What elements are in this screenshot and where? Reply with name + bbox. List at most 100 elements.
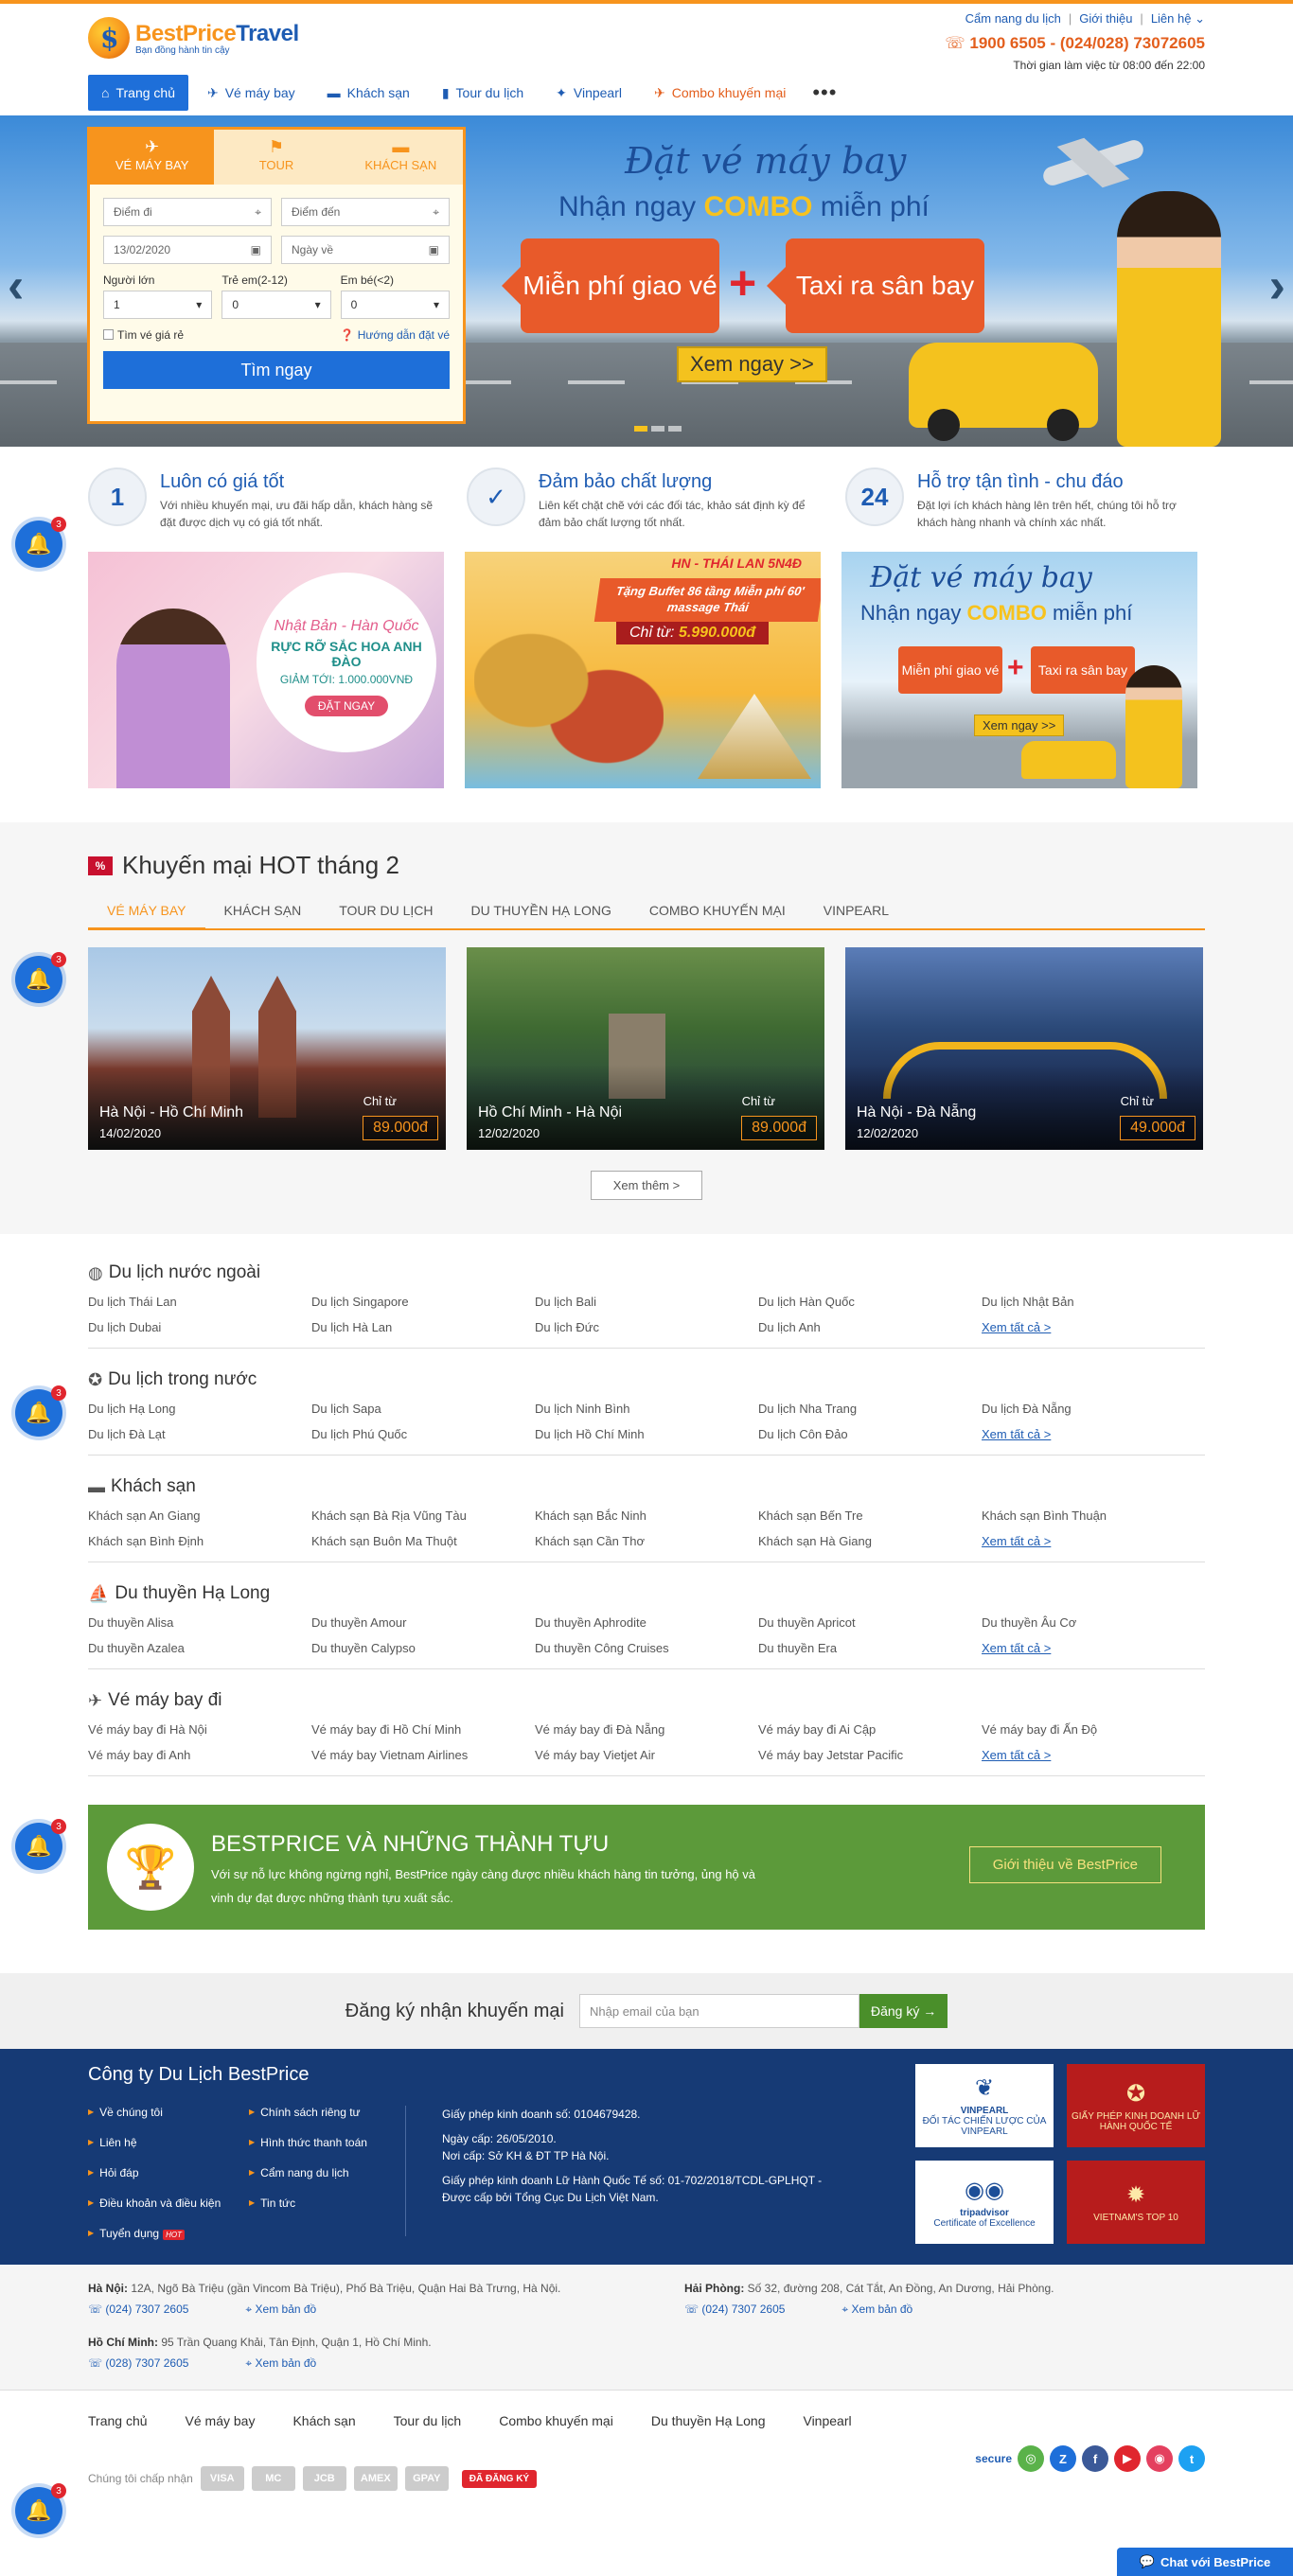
- youtube-icon[interactable]: ▶: [1114, 2445, 1141, 2472]
- nav-hotels[interactable]: ▬ Khách sạn: [314, 75, 423, 111]
- dir-link[interactable]: Du lịch Dubai: [88, 1320, 311, 1334]
- bottom-link[interactable]: Vé máy bay: [186, 2413, 256, 2428]
- cheap-ticket-checkbox[interactable]: Tìm vé giá rẻ: [103, 328, 184, 342]
- bottom-link[interactable]: Tour du lịch: [394, 2413, 462, 2428]
- nav-tours[interactable]: ▮ Tour du lịch: [429, 75, 537, 111]
- address-phone[interactable]: ☏ (028) 7307 2605: [88, 2356, 217, 2370]
- promo-flight-combo[interactable]: Đặt vé máy bay Nhận ngay COMBO miễn phí …: [841, 552, 1197, 788]
- children-select[interactable]: 0 ▾: [221, 291, 331, 319]
- promo-book-button[interactable]: ĐẶT NGAY: [304, 696, 389, 716]
- adults-select[interactable]: 1 ▾: [103, 291, 213, 319]
- hotline[interactable]: ☏ 1900 6505 - (024/028) 73072605: [945, 34, 1205, 53]
- license-badge[interactable]: ✪ GIẤY PHÉP KINH DOANH LỮ HÀNH QUỐC TẾ: [1067, 2064, 1205, 2147]
- search-tab-tour[interactable]: ⚑ TOUR: [214, 130, 338, 185]
- dir-link[interactable]: Khách sạn Bình Định: [88, 1534, 311, 1548]
- hot-tab-vinpearl[interactable]: VINPEARL: [805, 893, 908, 928]
- search-submit-button[interactable]: Tìm ngay: [103, 351, 450, 389]
- hot-tab-cruises[interactable]: DU THUYỀN HẠ LONG: [452, 893, 630, 928]
- hero-dot-2[interactable]: [651, 426, 664, 432]
- dir-link[interactable]: Vé máy bay đi Đà Nẵng: [535, 1722, 758, 1737]
- search-tab-flights[interactable]: ✈ VÉ MÁY BAY: [90, 130, 215, 185]
- depart-date-input[interactable]: 13/02/2020 ▣: [103, 236, 272, 264]
- dir-link[interactable]: Du thuyền Âu Cơ: [982, 1615, 1205, 1630]
- dir-link[interactable]: Du thuyền Calypso: [311, 1641, 535, 1655]
- nav-home[interactable]: ⌂ Trang chủ: [88, 75, 188, 111]
- dir-link[interactable]: Du lịch Nhật Bản: [982, 1295, 1205, 1309]
- bottom-link[interactable]: Du thuyền Hạ Long: [651, 2413, 766, 2428]
- chat-button[interactable]: 💬 Chat với BestPrice: [1117, 2548, 1293, 2576]
- dir-link[interactable]: Du thuyền Công Cruises: [535, 1641, 758, 1655]
- vinpearl-partner-badge[interactable]: ❦ VINPEARL ĐỐI TÁC CHIẾN LƯỢC CỦA VINPEARL: [915, 2064, 1054, 2147]
- dir-link[interactable]: Du lịch Anh: [758, 1320, 982, 1334]
- dir-see-all-link[interactable]: Xem tất cả >: [982, 1748, 1205, 1762]
- hot-tab-flights[interactable]: VÉ MÁY BAY: [88, 893, 205, 930]
- dir-link[interactable]: Du lịch Phú Quốc: [311, 1427, 535, 1441]
- address-map-link[interactable]: ⌖ Xem bản đồ: [245, 2356, 345, 2370]
- registered-badge[interactable]: ĐÃ ĐĂNG KÝ: [461, 2469, 538, 2488]
- instagram-icon[interactable]: ◉: [1146, 2445, 1173, 2472]
- dir-link[interactable]: Du thuyền Amour: [311, 1615, 535, 1630]
- dir-link[interactable]: Vé máy bay đi Anh: [88, 1748, 311, 1762]
- dir-link[interactable]: Du lịch Sapa: [311, 1402, 535, 1416]
- site-logo[interactable]: BestPriceTravel Bạn đồng hành tin cậy: [88, 17, 299, 59]
- dir-link[interactable]: Khách sạn Cần Thơ: [535, 1534, 758, 1548]
- footer-link[interactable]: Hỏi đáp: [88, 2166, 249, 2179]
- dir-link[interactable]: Du thuyền Era: [758, 1641, 982, 1655]
- deal-card[interactable]: Hà Nội - Đà Nẵng 12/02/2020 Chỉ từ 49.00…: [845, 947, 1203, 1150]
- top10-badge[interactable]: ✹ VIETNAM'S TOP 10: [1067, 2161, 1205, 2244]
- nav-more-button[interactable]: •••: [805, 80, 844, 105]
- zalo-icon[interactable]: Z: [1050, 2445, 1076, 2472]
- hot-tab-combo[interactable]: COMBO KHUYẾN MẠI: [630, 893, 805, 928]
- dir-link[interactable]: Vé máy bay Vietjet Air: [535, 1748, 758, 1762]
- facebook-icon[interactable]: f: [1082, 2445, 1108, 2472]
- bottom-link[interactable]: Combo khuyến mại: [499, 2413, 613, 2428]
- newsletter-email-input[interactable]: Nhập email của bạn: [579, 1994, 859, 2028]
- dir-link[interactable]: Du lịch Đà Nẵng: [982, 1402, 1205, 1416]
- about-bestprice-button[interactable]: Giới thiệu về BestPrice: [968, 1846, 1161, 1883]
- footer-link-careers[interactable]: Tuyển dụng HOT: [88, 2227, 249, 2240]
- footer-link[interactable]: Về chúng tôi: [88, 2106, 249, 2119]
- dir-link[interactable]: Khách sạn Bắc Ninh: [535, 1509, 758, 1523]
- dir-link[interactable]: Du lịch Ninh Bình: [535, 1402, 758, 1416]
- address-map-link[interactable]: ⌖ Xem bản đồ: [841, 2303, 941, 2316]
- hero-next-arrow[interactable]: ›: [1269, 257, 1285, 314]
- bell-icon[interactable]: 🔔 3: [15, 517, 66, 568]
- dir-link[interactable]: Du lịch Nha Trang: [758, 1402, 982, 1416]
- dir-link[interactable]: Du lịch Đà Lạt: [88, 1427, 311, 1441]
- deal-card[interactable]: Hồ Chí Minh - Hà Nội 12/02/2020 Chỉ từ 8…: [467, 947, 824, 1150]
- dir-link[interactable]: Khách sạn Bà Rịa Vũng Tàu: [311, 1509, 535, 1523]
- nav-flights[interactable]: ✈ Vé máy bay: [194, 75, 309, 111]
- bottom-link[interactable]: Vinpearl: [803, 2413, 851, 2428]
- address-phone[interactable]: ☏ (024) 7307 2605: [88, 2303, 217, 2316]
- address-phone[interactable]: ☏ (024) 7307 2605: [684, 2303, 813, 2316]
- top-link-guide[interactable]: Cẩm nang du lịch: [965, 11, 1061, 26]
- origin-input[interactable]: Điểm đi ⌖: [103, 198, 272, 226]
- dir-see-all-link[interactable]: Xem tất cả >: [982, 1534, 1205, 1548]
- dir-link[interactable]: Du thuyền Aphrodite: [535, 1615, 758, 1630]
- promo-cta-button[interactable]: Xem ngay >>: [974, 715, 1065, 736]
- hero-prev-arrow[interactable]: ‹: [8, 257, 24, 314]
- dir-link[interactable]: Du lịch Singapore: [311, 1295, 535, 1309]
- footer-link[interactable]: Hình thức thanh toán: [249, 2136, 410, 2149]
- dir-see-all-link[interactable]: Xem tất cả >: [982, 1641, 1205, 1655]
- promo-thailand[interactable]: HN - THÁI LAN 5N4Đ Tặng Buffet 86 tầng M…: [465, 552, 821, 788]
- newsletter-submit-button[interactable]: Đăng ký →: [859, 1994, 948, 2028]
- hero-dot-3[interactable]: [668, 426, 682, 432]
- dir-link[interactable]: Du thuyền Azalea: [88, 1641, 311, 1655]
- top-link-about[interactable]: Giới thiệu: [1079, 11, 1132, 26]
- footer-link[interactable]: Tin tức: [249, 2197, 410, 2210]
- tripadvisor-icon[interactable]: ◎: [1018, 2445, 1044, 2472]
- bell-icon[interactable]: 🔔 3: [15, 952, 66, 1003]
- deal-card[interactable]: Hà Nội - Hồ Chí Minh 14/02/2020 Chỉ từ 8…: [88, 947, 446, 1150]
- dir-see-all-link[interactable]: Xem tất cả >: [982, 1427, 1205, 1441]
- footer-link[interactable]: Cẩm nang du lịch: [249, 2166, 410, 2179]
- dir-link[interactable]: Vé máy bay đi Ai Cập: [758, 1722, 982, 1737]
- dir-link[interactable]: Khách sạn Bình Thuận: [982, 1509, 1205, 1523]
- hot-tab-hotels[interactable]: KHÁCH SẠN: [205, 893, 321, 928]
- dir-link[interactable]: Du lịch Hàn Quốc: [758, 1295, 982, 1309]
- bell-icon[interactable]: 🔔 3: [15, 1385, 66, 1437]
- bell-icon[interactable]: 🔔 3: [15, 2483, 66, 2534]
- footer-link[interactable]: Điều khoản và điều kiện: [88, 2197, 249, 2210]
- twitter-icon[interactable]: t: [1178, 2445, 1205, 2472]
- dir-link[interactable]: Du thuyền Apricot: [758, 1615, 982, 1630]
